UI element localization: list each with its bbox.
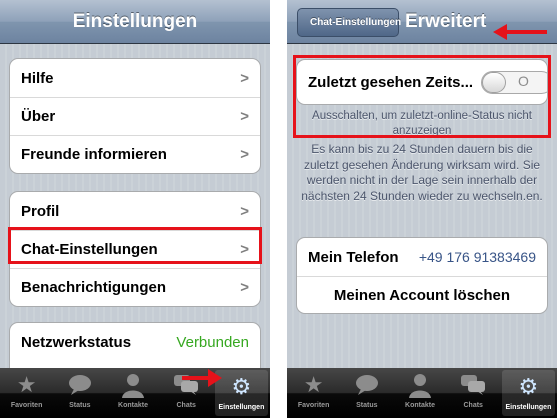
settings-item-profile[interactable]: Profil > (10, 192, 260, 230)
settings-item-tell-friends[interactable]: Freunde informieren > (10, 135, 260, 173)
person-icon (393, 368, 446, 400)
tab-contacts[interactable]: Kontakte (393, 368, 446, 418)
settings-item-label: Profil (21, 202, 60, 220)
star-icon: ★ (303, 372, 324, 397)
chevron-right-icon: > (240, 202, 249, 220)
tab-favorites[interactable]: ★ Favoriten (0, 368, 53, 418)
settings-item-label: Freunde informieren (21, 146, 167, 163)
tab-bar: ★ Favoriten Status Kontakte Chats ⚙ Eins… (0, 368, 270, 418)
tab-label: Favoriten (297, 402, 330, 409)
my-phone-number: +49 176 91383469 (418, 249, 536, 265)
tab-favorites[interactable]: ★ Favoriten (287, 368, 340, 418)
tab-settings[interactable]: ⚙ Einstellungen (501, 370, 556, 416)
gear-icon: ⚙ (518, 374, 539, 399)
my-phone-row: Mein Telefon +49 176 91383469 (297, 238, 547, 276)
tab-status[interactable]: Status (53, 368, 106, 418)
account-group: Mein Telefon +49 176 91383469 Meinen Acc… (296, 237, 548, 314)
tab-bar: ★ Favoriten Status Kontakte Chats ⚙ Eins… (287, 368, 557, 418)
network-status-row[interactable]: Netzwerkstatus Verbunden (10, 323, 260, 361)
chevron-right-icon: > (240, 108, 249, 125)
annotation-arrow (493, 24, 547, 40)
settings-group-info: Hilfe > Über > Freunde informieren > (9, 58, 261, 174)
tab-label: Chats (463, 402, 483, 409)
tab-chats[interactable]: Chats (447, 368, 500, 418)
navigation-bar: Einstellungen (0, 0, 270, 44)
chats-icon (447, 368, 500, 400)
settings-item-label: Benachrichtigungen (21, 279, 167, 296)
chevron-right-icon: > (240, 279, 249, 296)
tab-label: Status (69, 402, 91, 409)
tab-status[interactable]: Status (340, 368, 393, 418)
settings-item-notifications[interactable]: Benachrichtigungen > (10, 268, 260, 306)
network-status-value: Verbunden (176, 333, 249, 351)
settings-group-network: Netzwerkstatus Verbunden (9, 322, 261, 370)
settings-item-help[interactable]: Hilfe > (10, 59, 260, 97)
settings-item-label: Über (21, 108, 56, 125)
star-icon: ★ (16, 372, 37, 397)
info-text: Es kann bis zu 24 Stunden dauern bis die… (301, 142, 543, 203)
network-status-label: Netzwerkstatus (21, 333, 132, 351)
tab-label: Einstellungen (218, 404, 265, 411)
tab-label: Einstellungen (505, 404, 552, 411)
tab-label: Kontakte (405, 402, 435, 409)
advanced-settings-screen: Chat-Einstellungen Erweitert Zuletzt ges… (287, 0, 557, 418)
tab-label: Kontakte (118, 402, 148, 409)
chevron-right-icon: > (240, 146, 249, 163)
highlight-box (8, 227, 262, 264)
person-icon (106, 368, 159, 400)
delete-account-button[interactable]: Meinen Account löschen (297, 276, 547, 313)
tab-label: Favoriten (10, 402, 43, 409)
settings-item-label: Hilfe (21, 69, 54, 87)
page-title: Einstellungen (72, 11, 198, 32)
back-button[interactable]: Chat-Einstellungen (297, 8, 401, 37)
tab-label: Status (356, 402, 378, 409)
my-phone-label: Mein Telefon (308, 248, 399, 266)
settings-item-about[interactable]: Über > (10, 97, 260, 135)
chevron-right-icon: > (240, 69, 249, 87)
highlight-box (293, 55, 551, 138)
tab-label: Chats (176, 402, 196, 409)
annotation-arrow (182, 369, 222, 387)
tab-contacts[interactable]: Kontakte (106, 368, 159, 418)
delete-account-label: Meinen Account löschen (333, 287, 511, 304)
page-title: Erweitert (405, 11, 487, 32)
speech-bubble-icon (340, 368, 393, 400)
settings-screen: Einstellungen Hilfe > Über > Freunde inf… (0, 0, 270, 418)
speech-bubble-icon (53, 368, 106, 400)
